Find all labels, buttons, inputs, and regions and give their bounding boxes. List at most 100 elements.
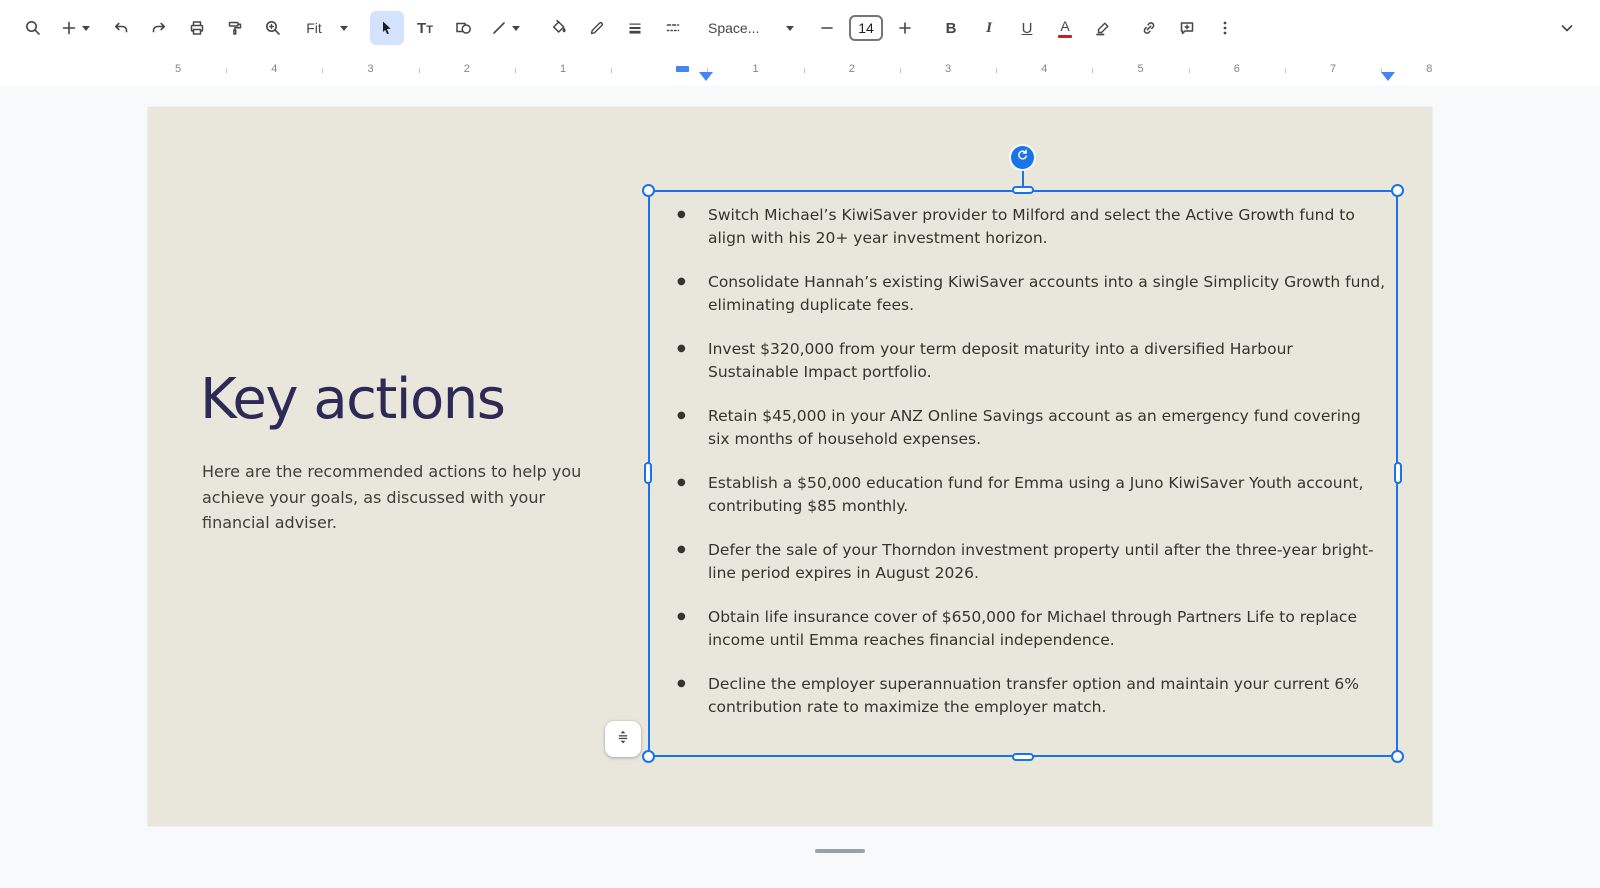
ruler-number: 2	[848, 63, 855, 75]
font-family-select[interactable]: Space...	[702, 11, 798, 45]
text-color-icon: A	[1058, 19, 1072, 38]
add-comment-button[interactable]	[1170, 11, 1204, 45]
toolbar: Fit TT Space... 14 B I U A	[0, 0, 1600, 56]
bullet-text: Switch Michael’s KiwiSaver provider to M…	[708, 206, 1355, 247]
chevron-down-icon	[512, 25, 520, 31]
text-color-button[interactable]: A	[1048, 11, 1082, 45]
ruler-tick	[1284, 68, 1286, 73]
redo-icon	[150, 19, 168, 37]
textbox-tool-button[interactable]: TT	[408, 11, 442, 45]
bullet-item: Obtain life insurance cover of $650,000 …	[650, 606, 1386, 651]
resize-handle-top-left[interactable]	[642, 184, 655, 197]
bullet-dot	[677, 271, 686, 294]
first-line-indent-marker[interactable]	[676, 66, 689, 72]
ruler-number: 5	[174, 63, 182, 75]
ruler-number: 3	[367, 63, 374, 75]
resize-handle-left[interactable]	[644, 462, 652, 484]
paint-format-button[interactable]	[218, 11, 252, 45]
line-tool-button[interactable]	[484, 11, 530, 45]
kebab-menu-icon	[1216, 19, 1234, 37]
ruler-number: 4	[1041, 63, 1048, 75]
undo-button[interactable]	[104, 11, 138, 45]
app-window: Fit TT Space... 14 B I U A 5 4 3 2 1 1 2…	[0, 0, 1600, 888]
ruler-tick	[514, 68, 516, 73]
zoom-fit-select[interactable]: Fit	[294, 11, 358, 45]
speaker-notes-resize-bar[interactable]	[815, 849, 865, 853]
zoom-button[interactable]	[256, 11, 290, 45]
resize-handle-top[interactable]	[1012, 186, 1034, 194]
bullet-item: Invest $320,000 from your term deposit m…	[650, 338, 1386, 383]
ruler-number: 8	[1426, 63, 1433, 75]
hide-menus-button[interactable]	[1550, 11, 1584, 45]
ruler-number: 6	[1233, 63, 1240, 75]
line-weight-icon	[626, 19, 644, 37]
highlight-color-button[interactable]	[1086, 11, 1120, 45]
left-indent-marker[interactable]	[699, 72, 713, 81]
select-tool-button[interactable]	[370, 11, 404, 45]
font-family-label: Space...	[708, 20, 760, 36]
bullet-text: Invest $320,000 from your term deposit m…	[708, 340, 1293, 381]
zoom-fit-label: Fit	[306, 20, 322, 36]
right-indent-marker[interactable]	[1381, 72, 1395, 81]
undo-icon	[112, 19, 130, 37]
bullet-item: Defer the sale of your Thorndon investme…	[650, 539, 1386, 584]
text-tool-icon: TT	[417, 19, 433, 37]
decrease-font-size-button[interactable]	[810, 11, 844, 45]
bullet-text: Decline the employer superannuation tran…	[708, 675, 1359, 716]
drag-reorder-handle[interactable]	[605, 721, 641, 757]
bullet-text: Establish a $50,000 education fund for E…	[708, 474, 1364, 515]
ruler-scale: 5 4 3 2 1 1 2 3 4 5 6 7 8	[0, 56, 1600, 86]
selected-text-box[interactable]: Switch Michael’s KiwiSaver provider to M…	[648, 190, 1398, 757]
border-dash-button[interactable]	[656, 11, 690, 45]
rotate-icon	[1015, 148, 1030, 168]
bullet-text: Obtain life insurance cover of $650,000 …	[708, 608, 1357, 649]
fill-color-button[interactable]	[542, 11, 576, 45]
bold-button[interactable]: B	[934, 11, 968, 45]
link-icon	[1140, 19, 1158, 37]
more-options-button[interactable]	[1208, 11, 1242, 45]
bullet-item: Decline the employer superannuation tran…	[650, 673, 1386, 718]
resize-handle-bottom-right[interactable]	[1391, 750, 1404, 763]
ruler: 5 4 3 2 1 1 2 3 4 5 6 7 8	[0, 56, 1600, 86]
ruler-number: 4	[271, 63, 278, 75]
bullet-text: Retain $45,000 in your ANZ Online Saving…	[708, 407, 1361, 448]
bullet-dot	[677, 539, 686, 562]
bullet-dot	[677, 472, 686, 495]
resize-handle-bottom[interactable]	[1012, 753, 1034, 761]
font-size-input[interactable]: 14	[849, 15, 883, 41]
border-weight-button[interactable]	[618, 11, 652, 45]
rotate-handle[interactable]	[1011, 146, 1034, 169]
resize-handle-right[interactable]	[1394, 462, 1402, 484]
print-button[interactable]	[180, 11, 214, 45]
search-menus-button[interactable]	[16, 11, 50, 45]
bullet-item: Switch Michael’s KiwiSaver provider to M…	[650, 204, 1386, 249]
slide-title[interactable]: Key actions	[200, 367, 506, 432]
border-color-button[interactable]	[580, 11, 614, 45]
resize-handle-bottom-left[interactable]	[642, 750, 655, 763]
search-icon	[24, 19, 42, 37]
highlighter-icon	[1094, 19, 1112, 37]
bullet-item: Establish a $50,000 education fund for E…	[650, 472, 1386, 517]
new-slide-button[interactable]	[54, 11, 100, 45]
resize-handle-top-right[interactable]	[1391, 184, 1404, 197]
ruler-tick	[1092, 68, 1094, 73]
pencil-icon	[588, 19, 606, 37]
bullet-item: Retain $45,000 in your ANZ Online Saving…	[650, 405, 1386, 450]
increase-font-size-button[interactable]	[888, 11, 922, 45]
slide-subtitle[interactable]: Here are the recommended actions to help…	[202, 459, 600, 536]
underline-button[interactable]: U	[1010, 11, 1044, 45]
ruler-number: 2	[463, 63, 470, 75]
redo-button[interactable]	[142, 11, 176, 45]
italic-button[interactable]: I	[972, 11, 1006, 45]
chevron-down-icon	[1558, 19, 1576, 37]
ruler-tick	[803, 68, 805, 73]
ruler-tick	[226, 68, 228, 73]
chevron-down-icon	[82, 25, 90, 31]
insert-link-button[interactable]	[1132, 11, 1166, 45]
shapes-icon	[454, 19, 472, 37]
bullet-dot	[677, 673, 686, 696]
ruler-tick	[611, 68, 613, 73]
bullet-dot	[677, 204, 686, 227]
chevron-down-icon	[339, 25, 348, 31]
shape-tool-button[interactable]	[446, 11, 480, 45]
